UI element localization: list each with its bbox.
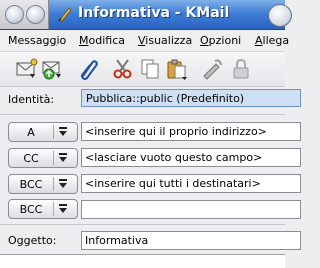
dropdown-arrow-icon <box>53 125 72 139</box>
dropdown-arrow-icon <box>53 151 72 165</box>
dropdown-arrow-icon <box>53 202 72 216</box>
queue-mail-icon[interactable] <box>41 57 65 81</box>
dropdown-arrow-icon <box>53 177 72 191</box>
sticky-button[interactable] <box>26 5 45 24</box>
recipient-type-button[interactable]: BCC <box>8 174 78 194</box>
copy-icon[interactable] <box>138 57 162 81</box>
paste-icon[interactable] <box>165 57 189 81</box>
menu-bar: Messaggio Modifica Visualizza Opzioni Al… <box>0 30 289 52</box>
recipient-type-label: A <box>27 126 35 139</box>
menu-opzioni[interactable]: Opzioni <box>200 34 241 47</box>
message-body-editor[interactable] <box>0 254 285 268</box>
menu-modifica[interactable]: Modifica <box>79 34 125 47</box>
window-buttons <box>0 0 49 29</box>
identity-label: Identità: <box>8 93 55 106</box>
recipient-type-button[interactable]: BCC <box>8 199 78 219</box>
menu-allega[interactable]: Allega <box>255 34 289 47</box>
recipient-type-label: BCC <box>19 178 43 191</box>
recipient-type-button[interactable]: A <box>8 122 78 142</box>
recipient-address-field[interactable]: <inserire qui il proprio indirizzo> <box>81 122 301 141</box>
recipient-address-field[interactable] <box>81 200 301 219</box>
window-menu-button[interactable] <box>5 5 24 24</box>
spellcheck-icon[interactable] <box>200 57 224 81</box>
subject-label: Oggetto: <box>8 234 57 247</box>
recipient-address-field[interactable]: <inserire qui tutti i destinatari> <box>81 174 301 193</box>
recipient-type-label: CC <box>23 152 39 165</box>
toolbar <box>0 52 285 87</box>
title-bar[interactable]: Informativa - KMail <box>0 0 292 30</box>
close-button[interactable] <box>268 4 292 27</box>
cut-icon[interactable] <box>111 57 135 81</box>
separator <box>0 114 285 115</box>
menu-visualizza[interactable]: Visualizza <box>138 34 192 47</box>
separator <box>0 224 285 225</box>
identity-select[interactable]: Pubblica::public (Predefinito) <box>81 89 301 107</box>
send-mail-icon[interactable] <box>15 57 39 81</box>
encrypt-lock-icon[interactable] <box>229 57 253 81</box>
menu-messaggio[interactable]: Messaggio <box>8 34 66 47</box>
recipient-type-label: BCC <box>19 203 43 216</box>
recipient-type-button[interactable]: CC <box>8 148 78 168</box>
recipient-address-field[interactable]: <lasciare vuoto questo campo> <box>81 148 301 167</box>
kmail-quill-icon <box>58 7 72 22</box>
attach-icon[interactable] <box>76 57 100 81</box>
window-title: Informativa - KMail <box>78 5 230 21</box>
subject-field[interactable]: Informativa <box>81 231 301 250</box>
